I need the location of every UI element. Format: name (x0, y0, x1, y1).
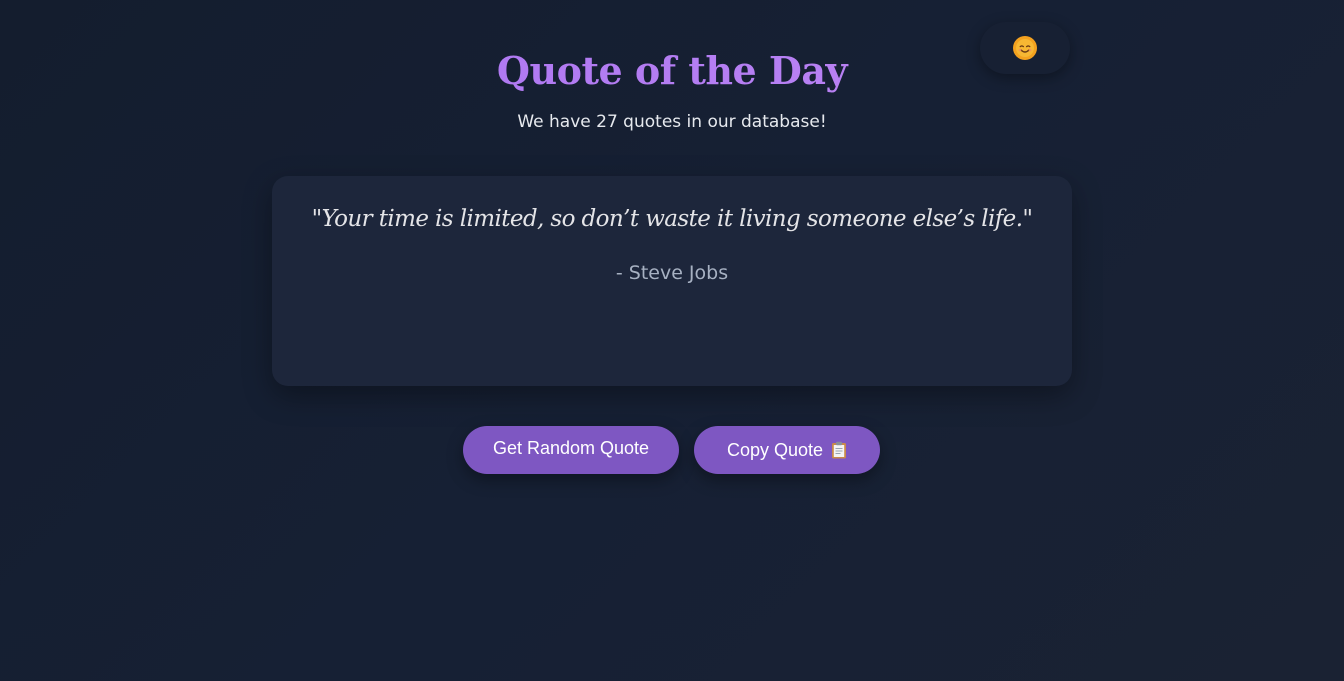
get-random-quote-label: Get Random Quote (492, 437, 650, 458)
page-title: Quote of the Day (0, 48, 1344, 93)
quote-author: - Steve Jobs (615, 262, 729, 284)
get-random-quote-button[interactable]: Get Random Quote (463, 426, 679, 474)
quote-card: "Your time is limited, so don’t waste it… (272, 176, 1072, 386)
quote-text: "Your time is limited, so don’t waste it… (311, 206, 1033, 232)
quote-count-subtitle: We have 27 quotes in our database! (517, 112, 827, 132)
copy-quote-label: Copy Quote (726, 439, 824, 460)
clipboard-icon (832, 441, 847, 459)
copy-quote-button[interactable]: Copy Quote (694, 426, 880, 474)
